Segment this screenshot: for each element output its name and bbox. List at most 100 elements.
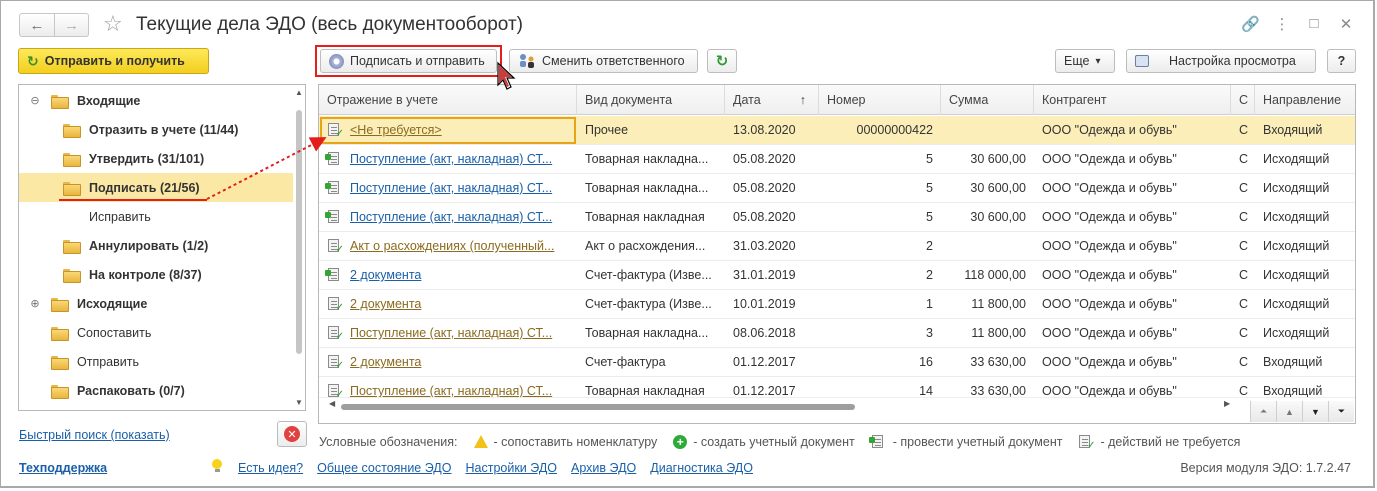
cell-text: С [1239, 384, 1249, 398]
tree-item[interactable]: ⊖ Входящие [19, 86, 293, 115]
account-link[interactable]: Поступление (акт, накладная) СТ... [350, 326, 552, 340]
table-cell-doc: Счет-фактура [577, 348, 725, 377]
post-doc-icon [325, 151, 341, 166]
column-header[interactable]: Направление [1255, 85, 1355, 115]
column-header[interactable]: Вид документа [577, 85, 725, 115]
more-button[interactable]: Еще ▾ [1055, 49, 1115, 73]
menu-icon[interactable]: ⋮ [1273, 15, 1291, 33]
account-link[interactable]: Акт о расхождениях (полученный... [350, 239, 554, 253]
account-link[interactable]: Поступление (акт, накладная) СТ... [350, 210, 552, 224]
quick-search-link[interactable]: Быстрый поиск (показать) [19, 428, 170, 442]
edo-diagnostics-link[interactable]: Диагностика ЭДО [650, 461, 753, 475]
table-row[interactable]: ✓ 2 документа Счет-фактура 01.12.2017 16 33 6… [319, 348, 1355, 377]
link-icon[interactable]: 🔗 [1241, 15, 1260, 33]
no-action-icon: ✓ [327, 354, 344, 371]
favorite-star-icon[interactable]: ☆ [103, 11, 123, 37]
tree-item[interactable]: Распаковать (0/7) [19, 376, 293, 405]
table-cell-s: С [1231, 290, 1255, 319]
table-cell-account[interactable]: 2 документа [319, 261, 577, 290]
tree-item[interactable]: Исправить [19, 202, 293, 231]
tree-item-label: Отправить [77, 354, 139, 369]
column-header[interactable]: Контрагент [1034, 85, 1231, 115]
table-cell-account[interactable]: Поступление (акт, накладная) СТ... [319, 145, 577, 174]
column-header[interactable]: Номер [819, 85, 941, 115]
scroll-right-icon[interactable]: ▶ [1224, 399, 1230, 408]
tree-item[interactable]: Отправить [19, 347, 293, 376]
view-settings-button[interactable]: Настройка просмотра [1126, 49, 1316, 73]
account-link[interactable]: Поступление (акт, накладная) СТ... [350, 384, 552, 398]
prev-page-icon[interactable]: ▲ [1276, 401, 1302, 422]
table-cell-account[interactable]: ✓ Акт о расхождениях (полученный... [319, 232, 577, 261]
tree-item[interactable]: ⊕ Исходящие [19, 289, 293, 318]
support-link[interactable]: Техподдержка [19, 461, 107, 475]
expand-icon[interactable]: ⊕ [29, 297, 41, 310]
back-button[interactable]: ← [20, 14, 54, 36]
column-header[interactable]: Сумма [941, 85, 1034, 115]
close-icon[interactable]: ✕ [1337, 15, 1355, 33]
table-row[interactable]: 2 документа Счет-фактура (Изве... 31.01.20… [319, 261, 1355, 290]
table-row[interactable]: ✓ 2 документа Счет-фактура (Изве... 10.01.2… [319, 290, 1355, 319]
cell-text: Счет-фактура (Изве... [585, 268, 712, 282]
post-doc-icon [325, 180, 341, 195]
help-icon: ? [1337, 54, 1346, 68]
maximize-icon[interactable]: □ [1305, 15, 1323, 33]
table-cell-doc: Прочее [577, 116, 725, 145]
edo-settings-link[interactable]: Настройки ЭДО [465, 461, 557, 475]
collapse-icon[interactable]: ⊖ [29, 94, 41, 107]
scroll-up-icon[interactable]: ▲ [294, 88, 304, 97]
edo-archive-link[interactable]: Архив ЭДО [571, 461, 636, 475]
tree-scrollbar[interactable]: ▲ ▼ [294, 86, 304, 409]
table-cell-account[interactable]: ✓ Поступление (акт, накладная) СТ... [319, 319, 577, 348]
cell-text: Исходящий [1263, 181, 1330, 195]
cell-text: Входящий [1263, 123, 1323, 137]
edo-status-link[interactable]: Общее состояние ЭДО [317, 461, 451, 475]
table-row[interactable]: ✓ Акт о расхождениях (полученный... Акт о … [319, 232, 1355, 261]
table-cell-party: ООО "Одежда и обувь" [1034, 261, 1231, 290]
first-page-icon[interactable]: ⏶ [1250, 401, 1276, 422]
column-header[interactable]: С [1231, 85, 1255, 115]
send-receive-button[interactable]: ↻ Отправить и получить [18, 48, 209, 74]
scroll-thumb[interactable] [296, 110, 302, 354]
help-button[interactable]: ? [1327, 49, 1356, 73]
table-row[interactable]: Поступление (акт, накладная) СТ... Товарн… [319, 145, 1355, 174]
table-cell-account[interactable]: ✓ 2 документа [319, 348, 577, 377]
column-header-label: Сумма [949, 93, 989, 107]
table-cell-sum [941, 116, 1034, 145]
tree-item[interactable]: Утвердить (31/101) [19, 144, 293, 173]
users-icon [520, 54, 534, 68]
forward-button[interactable]: → [54, 14, 88, 36]
cell-text: ООО "Одежда и обувь" [1042, 297, 1177, 311]
column-header[interactable]: Дата ↑ [725, 85, 819, 115]
table-row[interactable]: ✓ <Не требуется> Прочее 13.08.2020 000000004… [319, 116, 1355, 145]
change-responsible-button[interactable]: Сменить ответственного [509, 49, 698, 73]
tree-item[interactable]: Подписать (21/56) [19, 173, 293, 202]
account-link[interactable]: 2 документа [350, 355, 421, 369]
table-cell-account[interactable]: Поступление (акт, накладная) СТ... [319, 203, 577, 232]
scroll-down-icon[interactable]: ▼ [294, 398, 304, 407]
table-row[interactable]: Поступление (акт, накладная) СТ... Товарн… [319, 203, 1355, 232]
tree-item[interactable]: Сопоставить [19, 318, 293, 347]
next-page-icon[interactable]: ▼ [1302, 401, 1328, 422]
horizontal-scrollbar[interactable]: ◀ ▶ ⏶ ▲ ▼ ⏷ [319, 397, 1355, 423]
scroll-left-icon[interactable]: ◀ [329, 399, 335, 408]
tree-item[interactable]: Отразить в учете (11/44) [19, 115, 293, 144]
table-row[interactable]: Поступление (акт, накладная) СТ... Товарн… [319, 174, 1355, 203]
scroll-thumb-h[interactable] [341, 404, 855, 410]
clear-filter-button[interactable]: ✕ [277, 421, 307, 447]
table-row[interactable]: ✓ Поступление (акт, накладная) СТ... Товар… [319, 319, 1355, 348]
legend-item-text: - действий не требуется [1100, 434, 1241, 449]
account-link[interactable]: 2 документа [350, 297, 421, 311]
table-cell-account[interactable]: Поступление (акт, накладная) СТ... [319, 174, 577, 203]
account-link[interactable]: Поступление (акт, накладная) СТ... [350, 181, 552, 195]
account-link[interactable]: Поступление (акт, накладная) СТ... [350, 152, 552, 166]
table-cell-dir: Исходящий [1255, 290, 1355, 319]
last-page-icon[interactable]: ⏷ [1328, 401, 1354, 422]
refresh-button[interactable]: ↻ [707, 49, 737, 73]
cell-text: ООО "Одежда и обувь" [1042, 268, 1177, 282]
account-link[interactable]: 2 документа [350, 268, 421, 282]
idea-link[interactable]: Есть идея? [238, 461, 303, 475]
tree-item[interactable]: На контроле (8/37) [19, 260, 293, 289]
column-header[interactable]: Отражение в учете [319, 85, 577, 115]
table-cell-account[interactable]: ✓ 2 документа [319, 290, 577, 319]
tree-item[interactable]: Аннулировать (1/2) [19, 231, 293, 260]
